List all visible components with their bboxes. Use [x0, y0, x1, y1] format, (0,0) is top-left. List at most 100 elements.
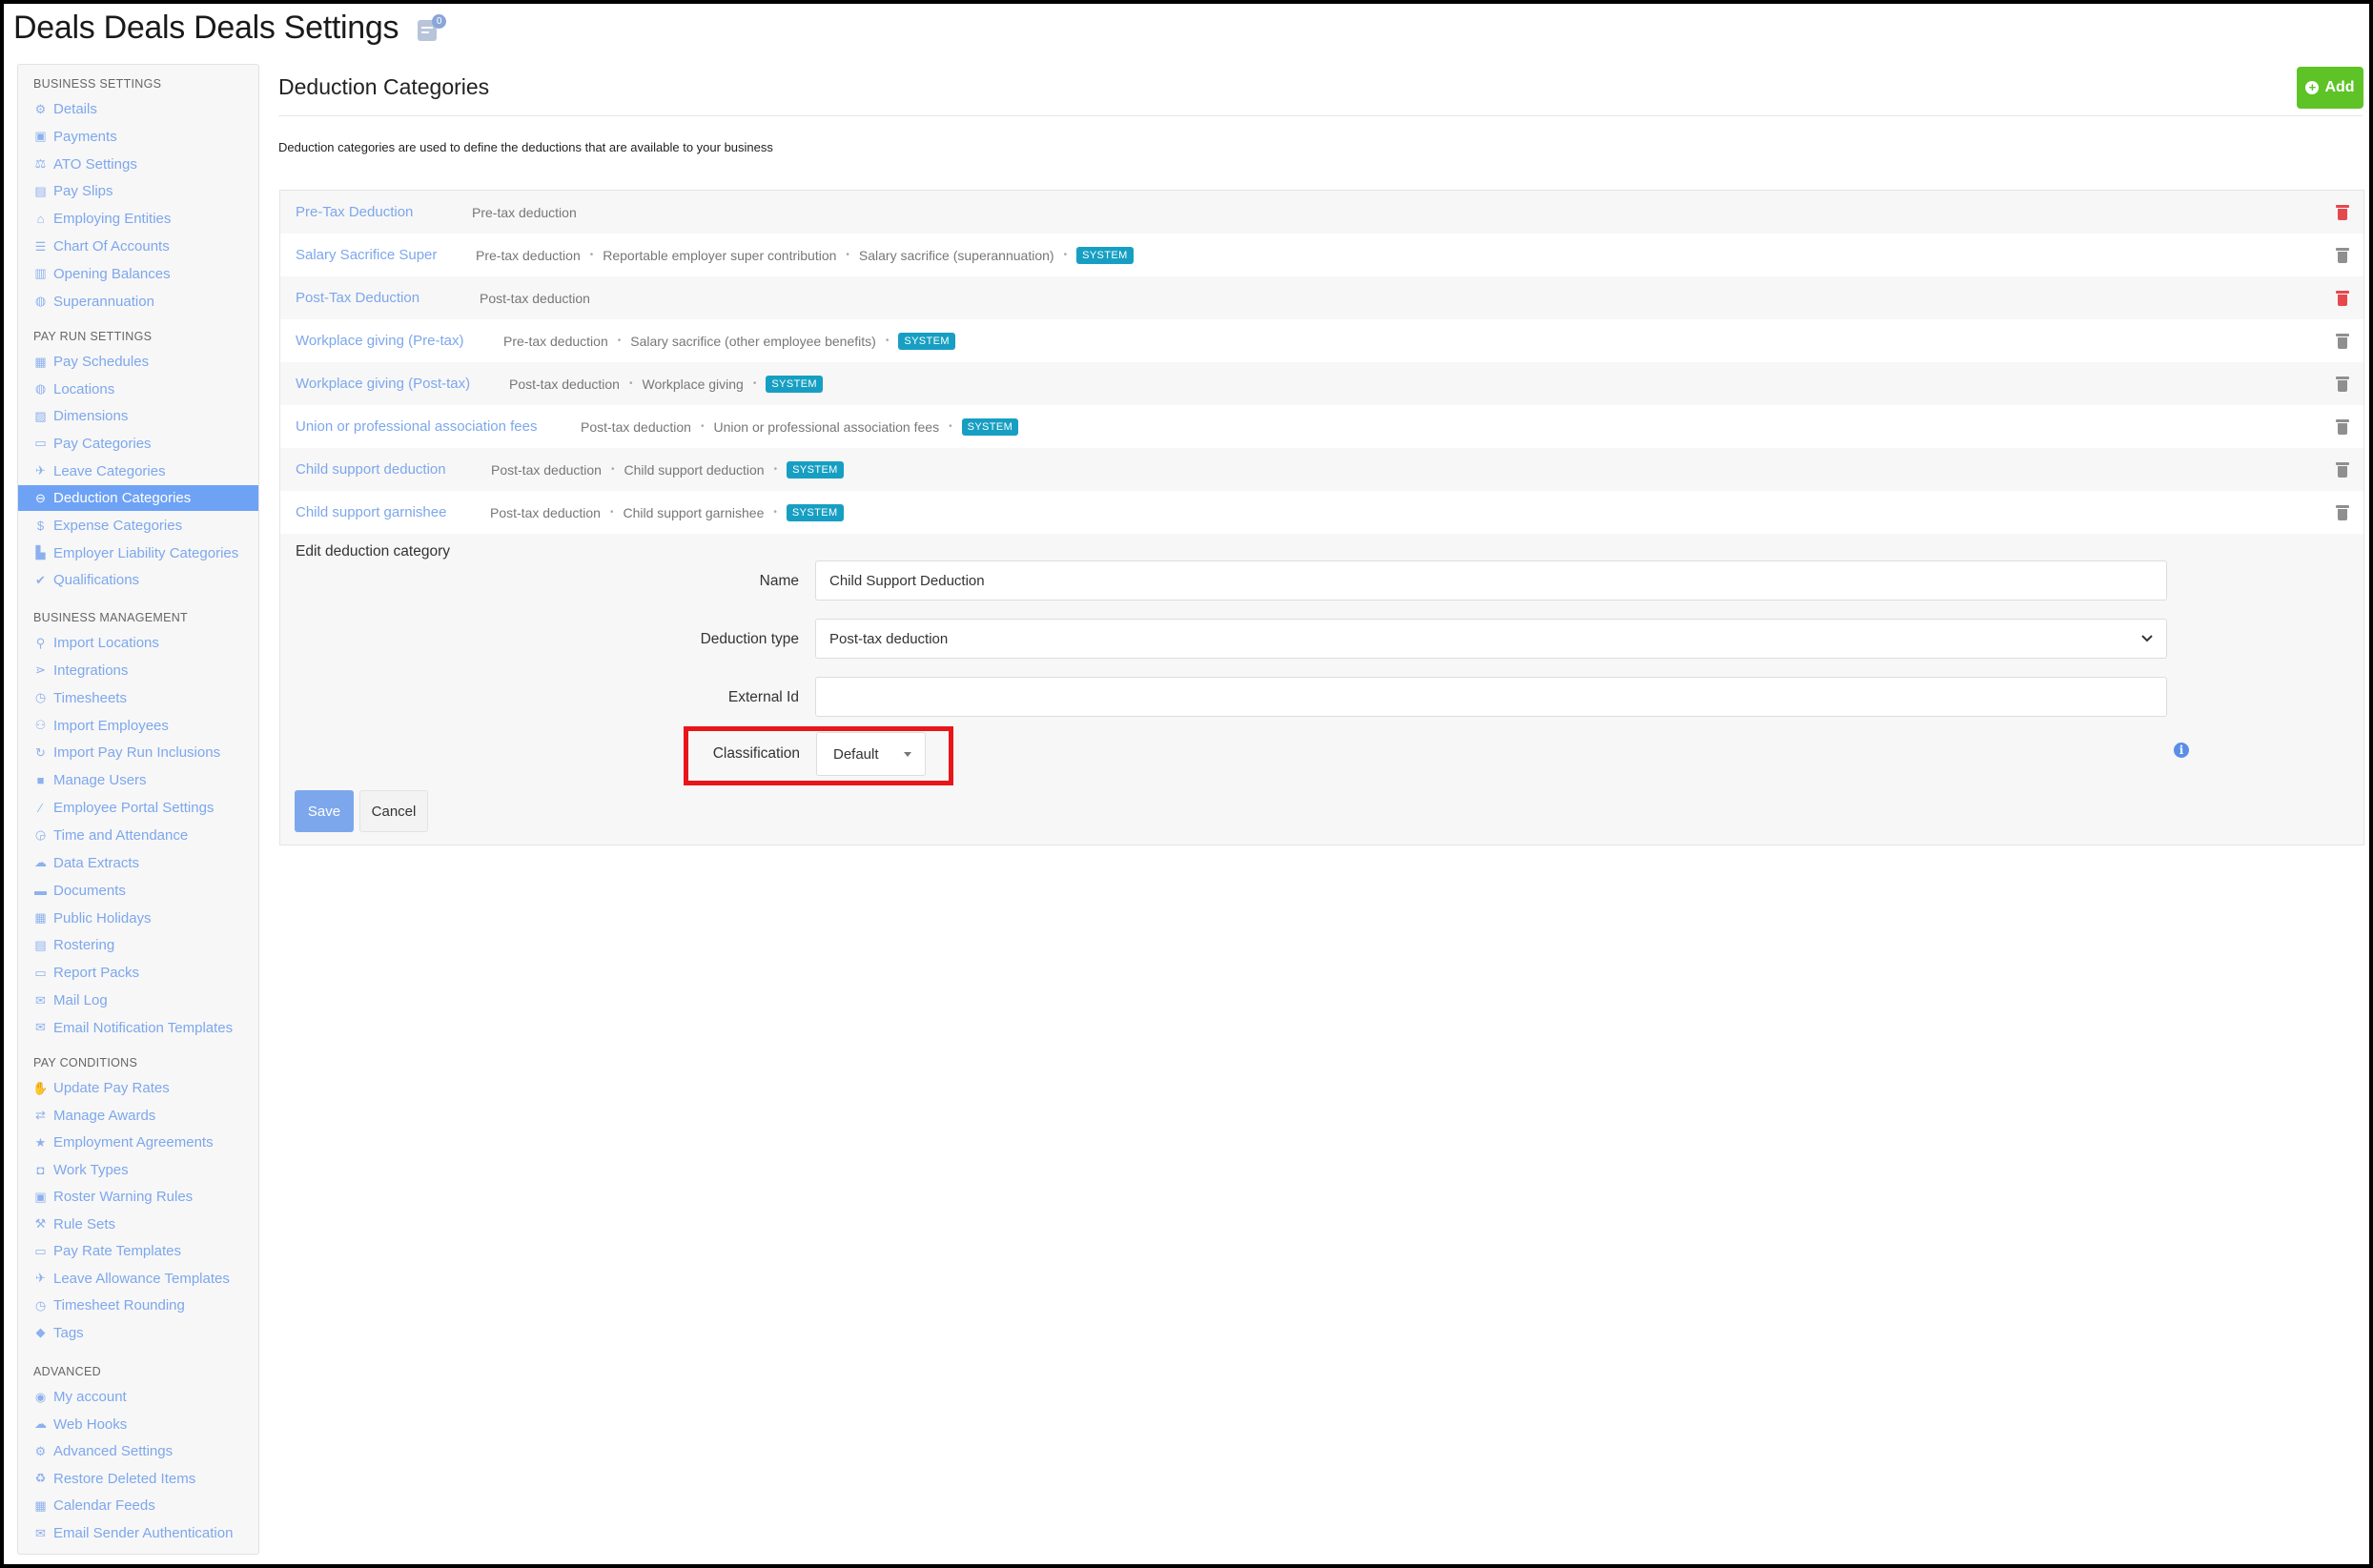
sidebar-item-label: Payments	[53, 128, 117, 145]
category-tag: Post-tax deduction	[490, 504, 601, 520]
category-tag: Child support garnishee	[623, 504, 765, 520]
sidebar-item-label: Chart Of Accounts	[53, 238, 170, 255]
sidebar-item-update-pay-rates[interactable]: ✋ Update Pay Rates	[18, 1075, 258, 1101]
sidebar-item-leave-categories[interactable]: ✈ Leave Categories	[18, 458, 258, 484]
notes-icon[interactable]: 0	[416, 13, 447, 43]
trash-icon[interactable]	[2336, 290, 2349, 306]
sidebar-item-superannuation[interactable]: ◍ Superannuation	[18, 289, 258, 315]
add-button-label: Add	[2324, 79, 2355, 95]
sidebar-item-import-employees[interactable]: ⚇ Import Employees	[18, 713, 258, 739]
sidebar-item-advanced-settings[interactable]: ⚙ Advanced Settings	[18, 1438, 258, 1464]
check-icon: ✔	[35, 572, 46, 587]
trash-icon[interactable]	[2336, 204, 2349, 220]
sidebar-item-report-packs[interactable]: ▭ Report Packs	[18, 960, 258, 986]
sidebar-item-roster-warning-rules[interactable]: ▣ Roster Warning Rules	[18, 1184, 258, 1210]
envelope-open-icon: ✉	[35, 1020, 46, 1035]
scale-icon: ⚖	[34, 156, 47, 172]
sidebar-item-time-and-attendance[interactable]: ◶ Time and Attendance	[18, 823, 258, 848]
sidebar-item-chart-of-accounts[interactable]: ☰ Chart Of Accounts	[18, 234, 258, 259]
sidebar-item-pay-rate-templates[interactable]: ▭ Pay Rate Templates	[18, 1238, 258, 1264]
info-icon[interactable]: i	[2174, 743, 2189, 758]
sidebar-item-rule-sets[interactable]: ⚒ Rule Sets	[18, 1212, 258, 1237]
sidebar-item-payments[interactable]: ▣ Payments	[18, 124, 258, 150]
category-name-link[interactable]: Workplace giving (Post-tax)	[296, 376, 470, 392]
sidebar-item-label: Superannuation	[53, 293, 154, 310]
plane-icon: ✈	[35, 1271, 46, 1285]
sidebar-item-dimensions[interactable]: ▨ Dimensions	[18, 403, 258, 429]
cancel-button[interactable]: Cancel	[359, 790, 428, 832]
camera-icon: ◘	[36, 1162, 45, 1177]
sidebar-item-label: Roster Warning Rules	[53, 1189, 194, 1205]
trash-icon[interactable]	[2336, 247, 2349, 263]
sidebar-item-label: Timesheets	[53, 689, 127, 706]
sidebar-item-pay-categories[interactable]: ▭ Pay Categories	[18, 431, 258, 457]
category-tags: Pre-tax deduction • Salary sacrifice (othe…	[503, 332, 955, 350]
trash-icon[interactable]	[2336, 418, 2349, 435]
sidebar-item-public-holidays[interactable]: ▦ Public Holidays	[18, 906, 258, 931]
sidebar-item-mail-log[interactable]: ✉ Mail Log	[18, 988, 258, 1013]
category-name-link[interactable]: Union or professional association fees	[296, 418, 537, 435]
trash-icon[interactable]	[2336, 504, 2349, 520]
sidebar-item-integrations[interactable]: ⋗ Integrations	[18, 658, 258, 683]
plus-circle-icon: +	[2305, 81, 2320, 94]
sidebar-item-web-hooks[interactable]: ☁ Web Hooks	[18, 1412, 258, 1437]
sidebar-item-opening-balances[interactable]: ▥ Opening Balances	[18, 261, 258, 287]
section-title: Deduction Categories	[278, 74, 490, 99]
system-badge: SYSTEM	[766, 375, 823, 393]
sidebar-item-import-locations[interactable]: ⚲ Import Locations	[18, 630, 258, 656]
sidebar-item-qualifications[interactable]: ✔ Qualifications	[18, 567, 258, 593]
sidebar-item-documents[interactable]: ▬ Documents	[18, 878, 258, 904]
name-input[interactable]	[815, 560, 2167, 601]
category-tag: Pre-tax deduction	[472, 204, 577, 220]
sidebar-item-manage-users[interactable]: ■ Manage Users	[18, 767, 258, 793]
sidebar-item-leave-allowance-templates[interactable]: ✈ Leave Allowance Templates	[18, 1266, 258, 1292]
sidebar-item-work-types[interactable]: ◘ Work Types	[18, 1157, 258, 1183]
category-tag: Salary sacrifice (superannuation)	[858, 247, 1054, 263]
sidebar-item-email-sender-authentication[interactable]: ✉ Email Sender Authentication	[18, 1520, 258, 1546]
sidebar-item-timesheets[interactable]: ◷ Timesheets	[18, 685, 258, 711]
sidebar-item-import-pay-run-inclusions[interactable]: ↻ Import Pay Run Inclusions	[18, 740, 258, 765]
category-name-link[interactable]: Salary Sacrifice Super	[296, 247, 437, 263]
trash-icon[interactable]	[2336, 376, 2349, 392]
external-id-input[interactable]	[815, 677, 2167, 717]
category-name-link[interactable]: Post-Tax Deduction	[296, 290, 419, 306]
category-name-link[interactable]: Workplace giving (Pre-tax)	[296, 333, 463, 349]
sidebar-item-my-account[interactable]: ◉ My account	[18, 1384, 258, 1410]
category-tags: Post-tax deduction • Child support deducti…	[491, 460, 844, 479]
sidebar-item-ato-settings[interactable]: ⚖ ATO Settings	[18, 152, 258, 177]
sidebar-item-manage-awards[interactable]: ⇄ Manage Awards	[18, 1103, 258, 1129]
deduction-type-select[interactable]: Post-tax deduction	[815, 619, 2167, 659]
trash-icon[interactable]	[2336, 461, 2349, 478]
sidebar-item-employing-entities[interactable]: ⌂ Employing Entities	[18, 206, 258, 232]
sidebar-item-timesheet-rounding[interactable]: ◷ Timesheet Rounding	[18, 1293, 258, 1318]
sidebar-item-employee-portal-settings[interactable]: ⁄ Employee Portal Settings	[18, 795, 258, 821]
classification-dropdown[interactable]: Default	[816, 732, 926, 776]
sidebar-item-locations[interactable]: ◍ Locations	[18, 377, 258, 402]
category-name-link[interactable]: Child support garnishee	[296, 504, 446, 520]
save-button[interactable]: Save	[295, 790, 354, 832]
sidebar-item-employer-liability-categories[interactable]: ▙ Employer Liability Categories	[18, 540, 258, 566]
trash-icon[interactable]	[2336, 333, 2349, 349]
sidebar-item-restore-deleted-items[interactable]: ♻ Restore Deleted Items	[18, 1466, 258, 1492]
sidebar-item-data-extracts[interactable]: ☁ Data Extracts	[18, 850, 258, 876]
calendar-icon: ▦	[34, 354, 47, 369]
sidebar-item-pay-slips[interactable]: ▤ Pay Slips	[18, 178, 258, 204]
sidebar-item-email-notification-templates[interactable]: ✉ Email Notification Templates	[18, 1015, 258, 1041]
sidebar-item-label: Time and Attendance	[53, 826, 189, 844]
category-name-link[interactable]: Pre-Tax Deduction	[296, 204, 413, 220]
category-name-link[interactable]: Child support deduction	[296, 461, 446, 478]
sidebar-item-employment-agreements[interactable]: ★ Employment Agreements	[18, 1130, 258, 1155]
sidebar-item-label: Advanced Settings	[53, 1443, 174, 1460]
sidebar-item-rostering[interactable]: ▤ Rostering	[18, 932, 258, 958]
chevron-down-icon	[2141, 635, 2153, 642]
sidebar-item-expense-categories[interactable]: $ Expense Categories	[18, 513, 258, 539]
sidebar-item-deduction-categories[interactable]: ⊖ Deduction Categories	[18, 485, 258, 512]
add-button[interactable]: + Add	[2297, 67, 2363, 109]
sidebar-item-calendar-feeds[interactable]: ▦ Calendar Feeds	[18, 1493, 258, 1518]
sidebar-item-tags[interactable]: ◆ Tags	[18, 1320, 258, 1346]
table-row: Union or professional association fees Po…	[280, 405, 2363, 448]
sidebar-item-details[interactable]: ⚙ Details	[18, 96, 258, 122]
category-tags: Pre-tax deduction	[472, 205, 577, 220]
bank-icon: ⌂	[36, 212, 45, 227]
sidebar-item-pay-schedules[interactable]: ▦ Pay Schedules	[18, 349, 258, 375]
